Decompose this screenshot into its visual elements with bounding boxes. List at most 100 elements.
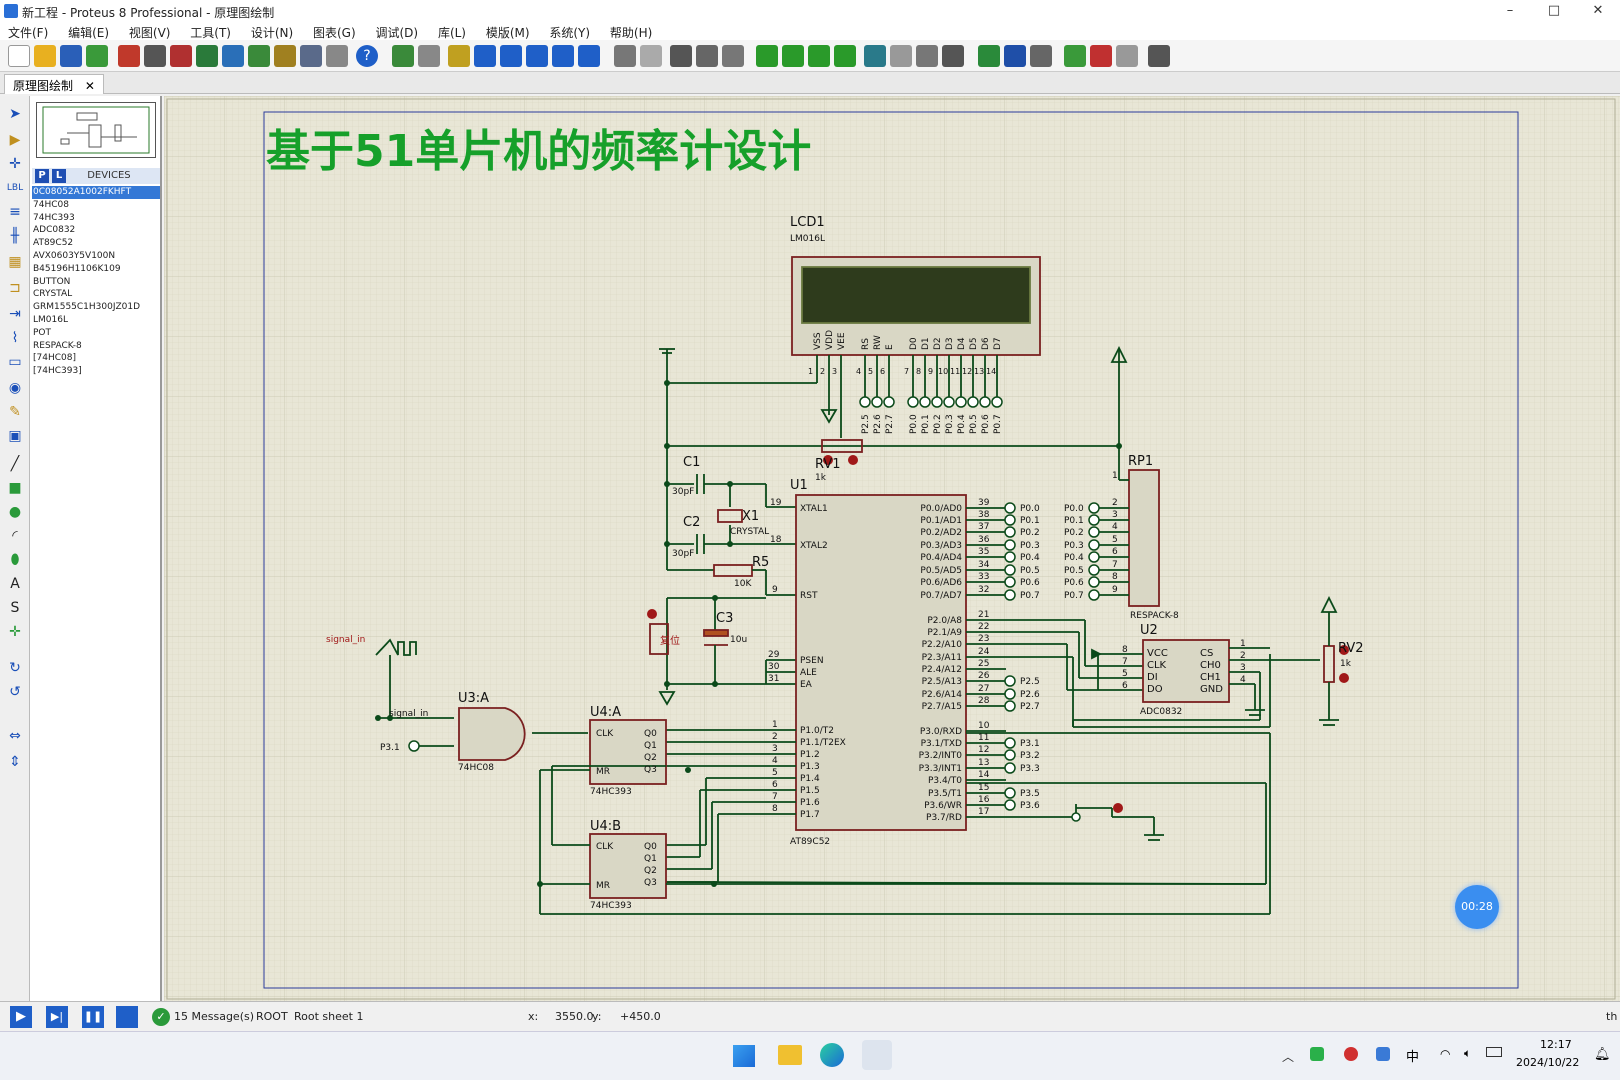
buses-icon[interactable]: ╫ <box>5 226 25 246</box>
volume-icon[interactable]: 🔈︎ <box>1464 1046 1471 1061</box>
terminals-icon[interactable]: ⊐ <box>5 278 25 298</box>
device-list-item[interactable]: [74HC08] <box>32 352 160 365</box>
device-list-item[interactable]: CRYSTAL <box>32 288 160 301</box>
notification-bell-icon[interactable]: 🔔︎ <box>1594 1047 1611 1062</box>
device-list-item[interactable]: 0C08052A1002FKHFT <box>32 186 160 199</box>
file-explorer-icon[interactable] <box>778 1045 802 1065</box>
library-manager-button[interactable]: L <box>52 169 66 183</box>
selection-mode-icon[interactable]: ➤ <box>5 104 25 124</box>
pcb-icon[interactable] <box>170 45 192 67</box>
block-copy-icon[interactable] <box>756 45 778 67</box>
decompose-icon[interactable] <box>942 45 964 67</box>
zoom-all-icon[interactable] <box>552 45 574 67</box>
zoom-out-icon[interactable] <box>526 45 548 67</box>
edge-browser-icon[interactable] <box>820 1043 844 1067</box>
device-list-item[interactable]: LM016L <box>32 314 160 327</box>
debug-icon[interactable] <box>300 45 322 67</box>
cut-icon[interactable] <box>670 45 692 67</box>
paste-icon[interactable] <box>722 45 744 67</box>
windows-start-icon[interactable] <box>733 1045 755 1067</box>
grid-icon[interactable] <box>418 45 440 67</box>
device-list-item[interactable]: AVX0603Y5V100N <box>32 250 160 263</box>
rotate-clockwise-icon[interactable]: ↻ <box>5 658 25 678</box>
wifi-icon[interactable]: ◠ <box>1440 1047 1450 1061</box>
overview-window[interactable] <box>36 102 156 158</box>
close-button[interactable]: ✕ <box>1576 0 1620 22</box>
step-icon[interactable]: ▶| <box>46 1006 68 1028</box>
electrical-rule-check-icon[interactable] <box>1148 45 1170 67</box>
schematic-canvas[interactable]: 基于51单片机的频率计设计 LCD1 LM016L RV1 1k C1 30pF… <box>164 96 1620 1001</box>
virtual-instruments-icon[interactable]: ▣ <box>5 426 25 446</box>
pick-device-icon[interactable] <box>864 45 886 67</box>
zoom-in-icon[interactable] <box>500 45 522 67</box>
block-delete-icon[interactable] <box>834 45 856 67</box>
tray-qq-icon[interactable] <box>1344 1047 1358 1061</box>
device-list-item[interactable]: RESPACK-8 <box>32 340 160 353</box>
copy-icon[interactable] <box>696 45 718 67</box>
gerber-icon[interactable] <box>196 45 218 67</box>
save-icon[interactable] <box>60 45 82 67</box>
maximize-button[interactable]: □ <box>1532 0 1576 22</box>
wire-autorouter-icon[interactable] <box>978 45 1000 67</box>
pick-devices-button[interactable]: P <box>35 169 49 183</box>
rotate-anticlockwise-icon[interactable]: ↺ <box>5 682 25 702</box>
device-list-item[interactable]: [74HC393] <box>32 365 160 378</box>
device-list-item[interactable]: 74HC393 <box>32 212 160 225</box>
undo-icon[interactable] <box>614 45 636 67</box>
line-tool-icon[interactable]: ╱ <box>5 454 25 474</box>
search-tag-icon[interactable] <box>1004 45 1026 67</box>
device-list-item[interactable]: POT <box>32 327 160 340</box>
project-notes-icon[interactable] <box>326 45 348 67</box>
make-device-icon[interactable] <box>890 45 912 67</box>
device-list-item[interactable]: ADC0832 <box>32 224 160 237</box>
subcircuit-icon[interactable]: ▦ <box>5 252 25 272</box>
stop-icon[interactable] <box>116 1006 138 1028</box>
circle-tool-icon[interactable]: ● <box>5 502 25 522</box>
messages-count[interactable]: 15 Message(s) <box>174 1010 254 1023</box>
generator-icon[interactable]: ◉ <box>5 378 25 398</box>
voltage-probe-icon[interactable]: ✎ <box>5 402 25 422</box>
remove-sheet-icon[interactable] <box>1090 45 1112 67</box>
device-list-item[interactable]: 74HC08 <box>32 199 160 212</box>
device-list-item[interactable]: AT89C52 <box>32 237 160 250</box>
import-icon[interactable] <box>86 45 108 67</box>
play-icon[interactable]: ▶ <box>10 1006 32 1028</box>
minimize-button[interactable]: – <box>1488 0 1532 22</box>
exit-to-parent-icon[interactable] <box>1116 45 1138 67</box>
pause-icon[interactable]: ❚❚ <box>82 1006 104 1028</box>
new-sheet-icon[interactable] <box>1064 45 1086 67</box>
path-tool-icon[interactable]: ⬮ <box>5 550 25 570</box>
tape-recorder-icon[interactable]: ▭ <box>5 352 25 372</box>
open-folder-icon[interactable] <box>34 45 56 67</box>
tab-schematic-capture[interactable]: 原理图绘制 ✕ <box>4 74 104 94</box>
component-mode-icon[interactable]: ▶ <box>5 130 25 150</box>
block-rotate-icon[interactable] <box>808 45 830 67</box>
symbol-tool-icon[interactable]: S <box>5 598 25 618</box>
new-file-icon[interactable] <box>8 45 30 67</box>
tray-screen-icon[interactable] <box>1376 1047 1390 1061</box>
block-move-icon[interactable] <box>782 45 804 67</box>
tray-chevron-icon[interactable]: ︿ <box>1282 1048 1294 1065</box>
marker-tool-icon[interactable]: ✛ <box>5 622 25 642</box>
text-tool-icon[interactable]: A <box>5 574 25 594</box>
recording-timer-badge[interactable]: 00:28 <box>1455 885 1499 929</box>
arc-tool-icon[interactable]: ◜ <box>5 526 25 546</box>
text-script-icon[interactable]: ≡ <box>5 202 25 222</box>
wire-label-icon[interactable]: LBL <box>5 178 25 198</box>
graph-mode-icon[interactable]: ⌇ <box>5 328 25 348</box>
box-tool-icon[interactable]: ■ <box>5 478 25 498</box>
clock-date[interactable]: 2024/10/22 <box>1516 1056 1579 1069</box>
origin-icon[interactable] <box>448 45 470 67</box>
bom-icon[interactable] <box>248 45 270 67</box>
device-pins-icon[interactable]: ⇥ <box>5 304 25 324</box>
mirror-x-icon[interactable]: ⇔ <box>5 726 25 746</box>
mirror-y-icon[interactable]: ⇕ <box>5 752 25 772</box>
package-tool-icon[interactable] <box>916 45 938 67</box>
tray-app-icon[interactable] <box>1310 1047 1324 1061</box>
device-list-item[interactable]: GRM1555C1H300JZ01D <box>32 301 160 314</box>
3d-view-icon[interactable] <box>222 45 244 67</box>
zoom-area-icon[interactable] <box>578 45 600 67</box>
help-icon[interactable]: ? <box>356 45 378 67</box>
home-icon[interactable] <box>118 45 140 67</box>
proteus-taskbar-icon[interactable] <box>862 1040 892 1070</box>
